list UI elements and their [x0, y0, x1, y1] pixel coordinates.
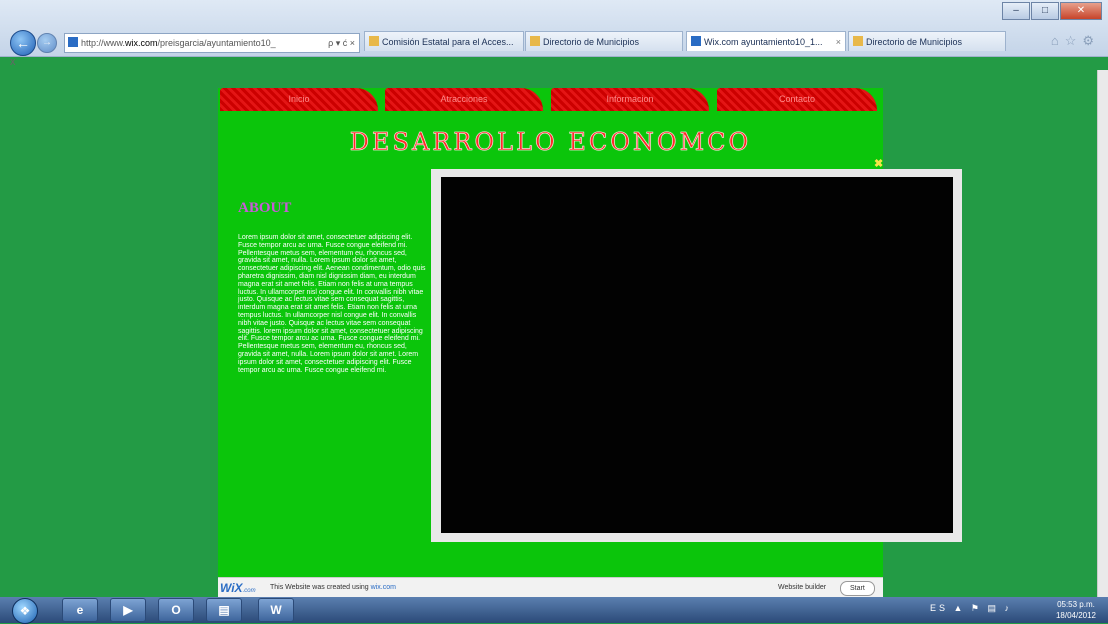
window-controls: – □ ✕	[1002, 2, 1102, 20]
close-icon[interactable]: ✖	[874, 157, 883, 170]
tab-comision[interactable]: Comisión Estatal para el Acces...	[364, 31, 524, 51]
about-heading: ABOUT	[238, 200, 292, 216]
tab-label: Wix.com ayuntamiento10_1...	[704, 37, 823, 47]
tab-label: Directorio de Municipios	[543, 37, 640, 47]
browser-tools: ⌂☆⚙	[1051, 33, 1100, 49]
wix-icon	[691, 36, 701, 46]
outlook-icon[interactable]: O	[158, 598, 194, 622]
menu-label: Contacto	[778, 94, 816, 104]
tab-directorio[interactable]: Directorio de Municipios	[525, 31, 683, 51]
taskbar: ❖ e ▶ O ▤ W ES ▲ ⚑ ▤ ♪ 05:53 p.m. 18/04/…	[0, 597, 1108, 624]
home-icon[interactable]: ⌂	[1051, 33, 1065, 48]
address-bar[interactable]: http://www.wix.com/preisgarcia/ayuntamie…	[64, 33, 360, 53]
back-button[interactable]: ←	[10, 30, 36, 56]
explorer-icon[interactable]: ▤	[206, 598, 242, 622]
tab-label: Directorio de Municipios	[866, 37, 963, 47]
address-path: /preisgarcia/ayuntamiento10_	[157, 38, 276, 48]
close-bar[interactable]: x	[10, 56, 16, 68]
word-icon[interactable]: W	[258, 598, 294, 622]
clock[interactable]: 05:53 p.m. 18/04/2012	[1056, 599, 1096, 621]
page-icon	[369, 36, 379, 46]
tab-directorio-2[interactable]: Directorio de Municipios	[848, 31, 1006, 51]
menu-item-contacto[interactable]: Contacto	[717, 88, 877, 111]
address-domain: wix.com	[125, 38, 158, 48]
wix-message: This Website was created using wix.com	[270, 584, 396, 591]
wix-banner: WiX.com This Website was created using w…	[218, 577, 883, 598]
forward-button[interactable]: →	[37, 33, 57, 53]
menu-item-informacion[interactable]: Informacion	[551, 88, 709, 111]
menu-item-atracciones[interactable]: Atracciones	[385, 88, 543, 111]
about-paragraph: Lorem ipsum dolor sit amet, consectetuer…	[238, 234, 426, 374]
language-indicator[interactable]: ES	[930, 603, 948, 613]
clock-time: 05:53 p.m.	[1057, 600, 1095, 609]
tab-close-icon[interactable]: ×	[836, 32, 841, 51]
page-icon	[853, 36, 863, 46]
system-tray[interactable]: ES ▲ ⚑ ▤ ♪	[930, 603, 1012, 614]
page-icon	[530, 36, 540, 46]
menu-label: Atracciones	[440, 94, 488, 104]
video-player[interactable]	[441, 177, 953, 533]
wix-favicon-icon	[68, 37, 78, 47]
media-player-icon[interactable]: ▶	[110, 598, 146, 622]
page-title: DESARROLLO ECONOMCO	[349, 128, 752, 157]
clock-date: 18/04/2012	[1055, 611, 1096, 620]
tab-label: Comisión Estatal para el Acces...	[382, 37, 514, 47]
website-builder-label: Website builder	[778, 584, 827, 591]
minimize-icon[interactable]: –	[1002, 2, 1030, 20]
address-actions[interactable]: ρ ▾ ć ×	[328, 34, 355, 52]
menu-label: Inicio	[288, 94, 310, 104]
start-button[interactable]: Start	[840, 581, 875, 596]
address-prefix: http://www.	[81, 38, 126, 48]
gear-icon[interactable]: ⚙	[1082, 33, 1100, 48]
maximize-icon[interactable]: □	[1031, 2, 1059, 20]
favorites-star-icon[interactable]: ☆	[1065, 33, 1083, 48]
wix-link[interactable]: wix.com	[371, 584, 396, 591]
start-orb-icon[interactable]: ❖	[12, 598, 38, 624]
browser-titlebar: – □ ✕ ← → http://www.wix.com/preisgarcia…	[0, 0, 1108, 68]
menu-label: Informacion	[606, 94, 654, 104]
close-window-icon[interactable]: ✕	[1060, 2, 1102, 20]
scrollbar[interactable]	[1097, 70, 1108, 597]
tab-wix[interactable]: Wix.com ayuntamiento10_1... ×	[686, 31, 846, 51]
ie-icon[interactable]: e	[62, 598, 98, 622]
menu-item-inicio[interactable]: Inicio	[220, 88, 378, 111]
